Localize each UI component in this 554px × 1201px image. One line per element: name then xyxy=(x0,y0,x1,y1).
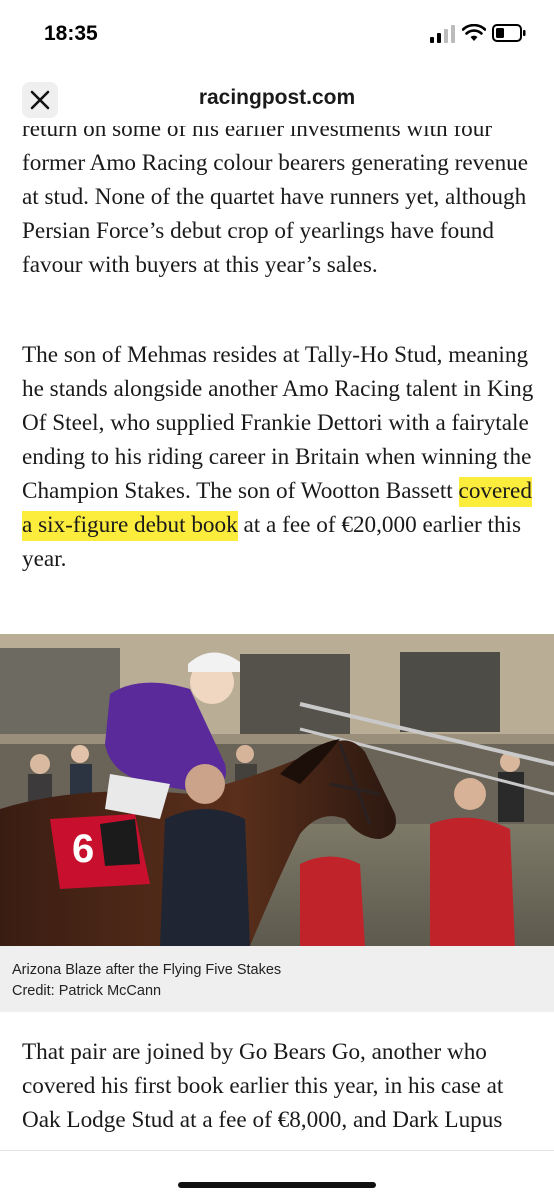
article-photo: 6 xyxy=(0,634,554,946)
article-body: return on some of his earlier investment… xyxy=(0,126,554,1150)
battery-icon xyxy=(492,24,526,42)
paragraph-text: That pair are joined by Go Bears Go, ano… xyxy=(22,1039,504,1133)
bottom-toolbar xyxy=(0,1150,554,1201)
partial-line: return on some of his earlier investment… xyxy=(22,126,448,142)
article-paragraph: return on some of his earlier investment… xyxy=(22,126,536,282)
photo-illustration: 6 xyxy=(0,634,554,946)
status-bar: 18:35 xyxy=(0,0,554,70)
page-domain[interactable]: racingpost.com xyxy=(0,86,554,110)
photo-caption-box: Arizona Blaze after the Flying Five Stak… xyxy=(0,946,554,1012)
paragraph-text: The son of Mehmas resides at Tally-Ho St… xyxy=(22,342,534,504)
paragraph-text: four former Amo Racing colour bearers ge… xyxy=(22,126,529,278)
wifi-icon xyxy=(462,24,486,41)
caption-credit: Credit: Patrick McCann xyxy=(12,983,162,999)
browser-url-bar: racingpost.com xyxy=(0,74,554,126)
photo-caption: Arizona Blaze after the Flying Five Stak… xyxy=(12,960,281,1002)
article-paragraph: The son of Mehmas resides at Tally-Ho St… xyxy=(22,338,536,576)
signal-icon xyxy=(430,25,455,43)
caption-text: Arizona Blaze after the Flying Five Stak… xyxy=(12,962,282,978)
home-indicator[interactable] xyxy=(178,1182,376,1188)
status-time: 18:35 xyxy=(44,22,98,45)
article-paragraph: That pair are joined by Go Bears Go, ano… xyxy=(22,1035,536,1137)
saddle-cloth-number: 6 xyxy=(72,827,94,871)
